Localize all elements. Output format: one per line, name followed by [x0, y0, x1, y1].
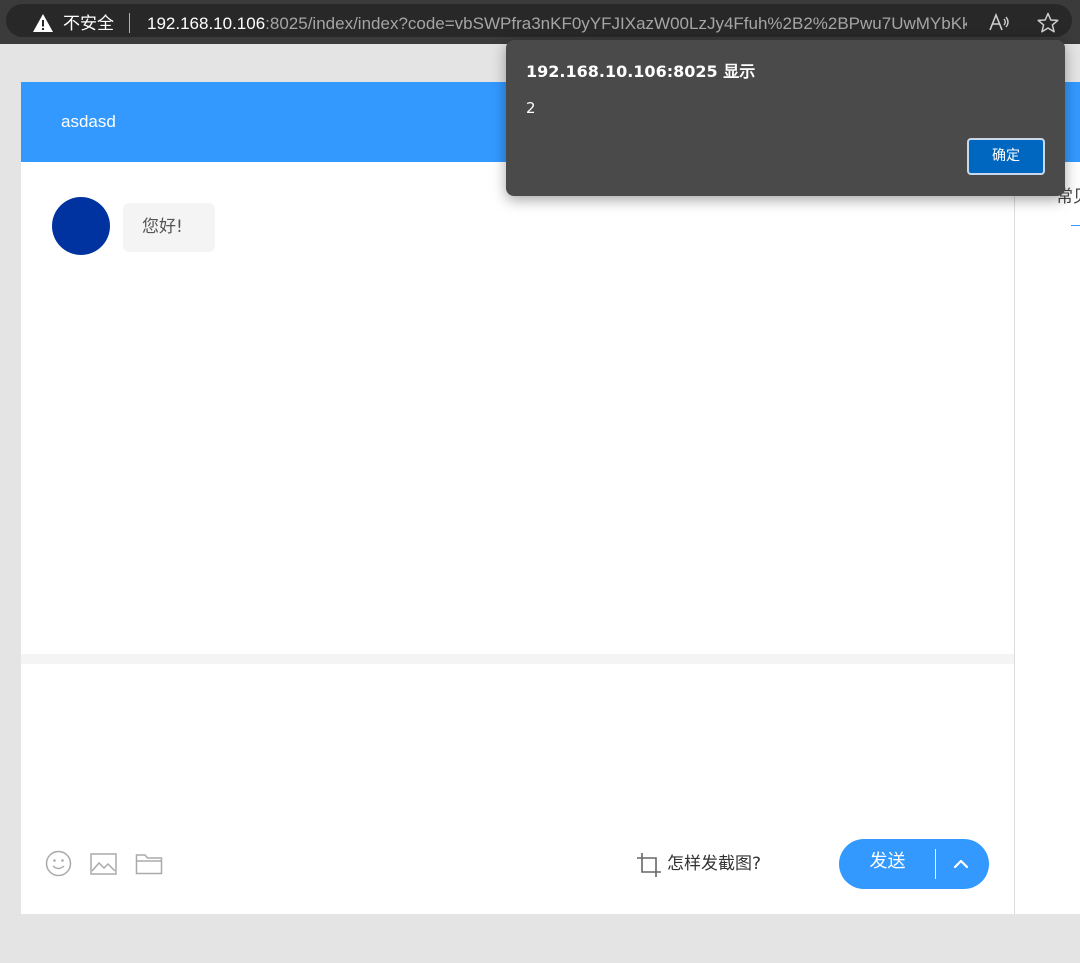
warning-icon[interactable]	[32, 12, 54, 34]
browser-toolbar: 不安全 192.168.10.106:8025/index/index?code…	[0, 0, 1080, 44]
url-text[interactable]: 192.168.10.106:8025/index/index?code=vbS…	[147, 13, 967, 35]
chat-title: asdasd	[61, 112, 116, 131]
avatar	[52, 197, 110, 255]
alert-dialog: 192.168.10.106:8025 显示 2 确定	[506, 40, 1065, 196]
security-label[interactable]: 不安全	[63, 13, 114, 35]
url-path: :8025/index/index?code=vbSWPfra3nKF0yYFJ…	[265, 14, 967, 33]
send-button[interactable]: 发送	[839, 839, 936, 889]
folder-icon[interactable]	[135, 852, 163, 876]
message-bubble: 您好!	[123, 203, 215, 252]
message-list[interactable]: 您好!	[21, 162, 1014, 654]
alert-title: 192.168.10.106:8025 显示	[526, 62, 756, 81]
address-separator	[129, 13, 130, 33]
input-divider	[21, 654, 1014, 664]
side-panel-underline	[1071, 225, 1080, 226]
side-panel-divider	[1014, 162, 1015, 914]
send-separator	[935, 849, 936, 879]
url-host: 192.168.10.106	[147, 14, 266, 33]
image-icon[interactable]	[90, 852, 117, 876]
alert-message: 2	[526, 99, 536, 117]
favorite-star-icon[interactable]	[1036, 11, 1060, 35]
chevron-up-icon[interactable]	[951, 854, 971, 874]
ok-button[interactable]: 确定	[967, 138, 1045, 175]
chat-window: asdasd 您好! 常见 怎样发截图? 发送	[21, 82, 1080, 914]
crop-icon[interactable]	[636, 852, 662, 878]
screenshot-help-link[interactable]: 怎样发截图?	[667, 852, 761, 876]
send-button-group: 发送	[839, 839, 989, 889]
read-aloud-icon[interactable]	[988, 12, 1010, 34]
address-bar[interactable]: 不安全 192.168.10.106:8025/index/index?code…	[6, 4, 1072, 37]
emoji-icon[interactable]	[45, 850, 72, 877]
